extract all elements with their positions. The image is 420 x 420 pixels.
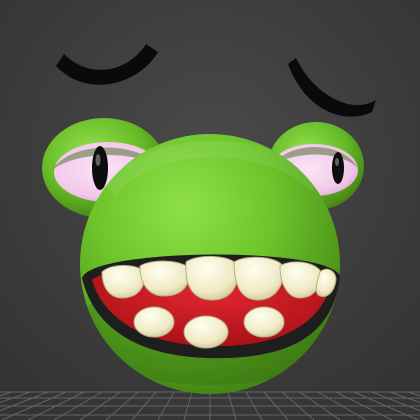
right-pupil [332,152,344,184]
tooth [243,306,285,338]
tooth [133,306,175,338]
tooth [185,256,239,301]
tooth [183,315,229,349]
3d-viewport[interactable] [0,0,420,420]
monster-render [0,0,420,420]
